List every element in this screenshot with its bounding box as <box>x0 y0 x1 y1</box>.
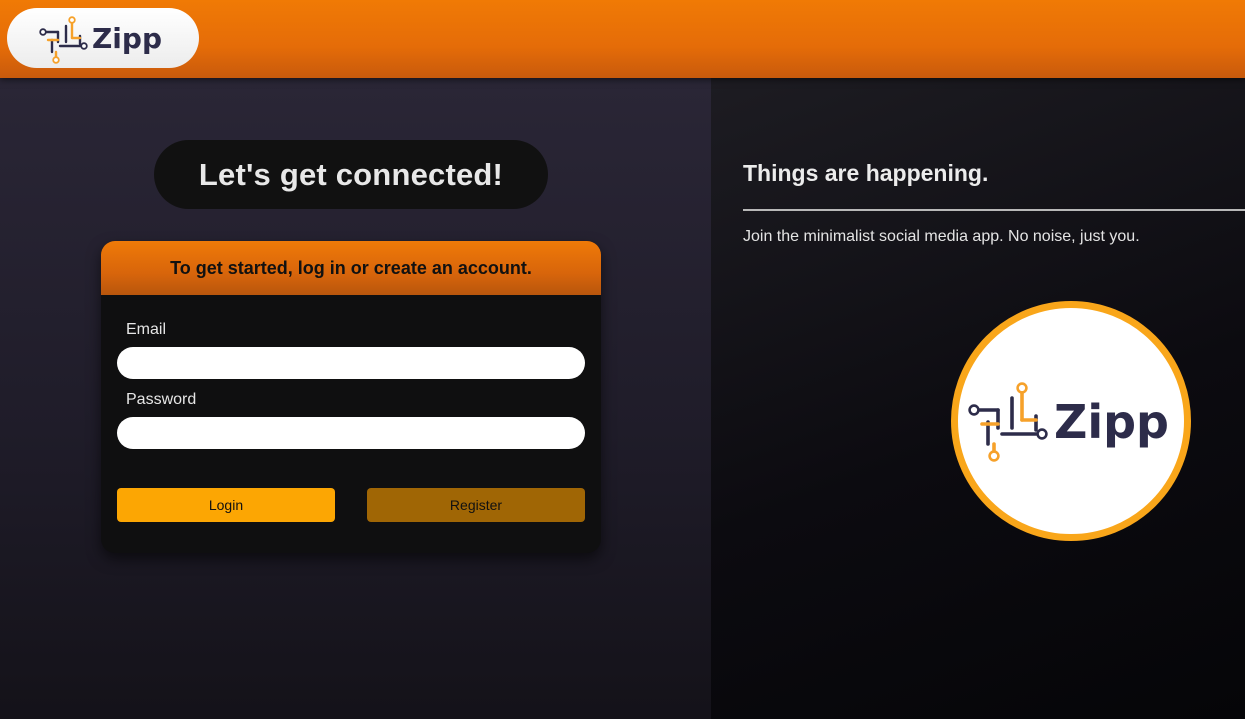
login-card: To get started, log in or create an acco… <box>101 241 601 553</box>
email-field[interactable] <box>117 347 585 379</box>
promo-pane: Things are happening. Join the minimalis… <box>711 78 1245 719</box>
password-label: Password <box>126 391 197 408</box>
card-header-text: To get started, log in or create an acco… <box>170 257 532 278</box>
page-title: Let's get connected! <box>198 156 504 192</box>
header-logo[interactable]: Zipp <box>7 8 199 68</box>
top-bar: Zipp <box>0 0 1245 78</box>
register-button[interactable]: Register <box>367 488 585 522</box>
svg-text:Zipp: Zipp <box>1054 395 1169 449</box>
zipp-logo-icon: Zipp <box>39 16 162 64</box>
headline-banner: Let's get connected! <box>154 140 548 209</box>
svg-text:Zipp: Zipp <box>92 22 162 55</box>
email-label: Email <box>126 321 167 338</box>
promo-title: Things are happening. <box>743 160 989 186</box>
promo-logo: Zipp <box>951 301 1191 541</box>
card-header: To get started, log in or create an acco… <box>101 241 601 295</box>
password-field[interactable] <box>117 417 585 449</box>
promo-divider <box>743 209 1245 211</box>
login-pane: Let's get connected! To get started, log… <box>0 78 711 719</box>
login-button[interactable]: Login <box>117 488 335 522</box>
promo-subtitle: Join the minimalist social media app. No… <box>743 228 1140 245</box>
zipp-logo-icon: Zipp <box>968 382 1169 462</box>
